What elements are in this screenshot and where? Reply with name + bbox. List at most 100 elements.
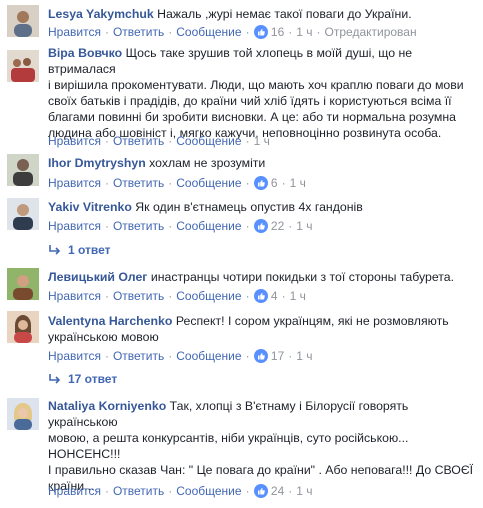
comment-actions: Нравится · Ответить · Сообщение · 4 · 1 ч <box>48 289 306 303</box>
comment: Nataliya Korniyenko Так, хлопці з В'єтна… <box>0 392 483 508</box>
view-replies-link[interactable]: 1 ответ <box>48 242 111 258</box>
comment: Віра Вовчко Щось таке зрушив той хлопець… <box>0 44 483 154</box>
like-button[interactable]: Нравится <box>48 176 101 190</box>
like-button[interactable]: Нравится <box>48 349 101 363</box>
like-count[interactable]: 17 <box>271 349 284 363</box>
comment-actions: Нравится · Ответить · Сообщение · 6 · 1 ч <box>48 176 306 190</box>
comment-actions: Нравится · Ответить · Сообщение · 1 ч <box>48 134 270 148</box>
comment-line: і вирішила прокоментувати. Люди, що мают… <box>48 78 464 92</box>
thumbs-up-icon <box>253 484 268 498</box>
thumbs-up-icon <box>253 176 268 190</box>
comment-text: Левицький Олег инастранцы чотири покидьк… <box>48 269 477 285</box>
reply-button[interactable]: Ответить <box>113 289 164 303</box>
message-button[interactable]: Сообщение <box>176 25 241 39</box>
comment-line: українською мовою <box>48 330 159 344</box>
timestamp[interactable]: 1 ч <box>296 25 312 39</box>
comment-body: Valentyna Harchenko Респект! І сором укр… <box>48 313 477 345</box>
thumbs-up-icon <box>253 219 268 233</box>
comment-body: Yakiv Vitrenko Як один в'єтнамець опусти… <box>48 199 477 215</box>
reply-button[interactable]: Ответить <box>113 176 164 190</box>
timestamp[interactable]: 1 ч <box>254 134 270 148</box>
comment-line: Нажаль ,журі немає такої поваги до Украї… <box>157 7 412 21</box>
comment-text: Ihor Dmytryshyn хохлам не зрозуміти <box>48 155 477 171</box>
edited-label[interactable]: Отредактирован <box>325 25 417 39</box>
like-button[interactable]: Нравится <box>48 484 101 498</box>
comment-actions: Нравится · Ответить · Сообщение · 22 · 1 ч <box>48 219 313 233</box>
comment-author[interactable]: Yakiv Vitrenko <box>48 200 132 214</box>
thumbs-up-icon <box>253 349 268 363</box>
like-count[interactable]: 4 <box>271 289 278 303</box>
message-button[interactable]: Сообщение <box>176 349 241 363</box>
comment-author[interactable]: Ihor Dmytryshyn <box>48 156 146 170</box>
message-button[interactable]: Сообщение <box>176 134 241 148</box>
like-count[interactable]: 22 <box>271 219 284 233</box>
reply-button[interactable]: Ответить <box>113 134 164 148</box>
comment-author[interactable]: Lesya Yakymchuk <box>48 7 154 21</box>
message-button[interactable]: Сообщение <box>176 176 241 190</box>
avatar[interactable] <box>7 50 39 82</box>
avatar[interactable] <box>7 268 39 300</box>
comment-line: инастранцы чотири покидьки з тої стороны… <box>150 270 455 284</box>
thumbs-up-icon <box>253 25 268 39</box>
timestamp[interactable]: 1 ч <box>290 289 306 303</box>
reply-arrow-icon <box>49 374 61 384</box>
message-button[interactable]: Сообщение <box>176 484 241 498</box>
comment-line: благами повинні би зробити висновки. А ц… <box>48 110 456 124</box>
like-button[interactable]: Нравится <box>48 219 101 233</box>
comment-actions: Нравится · Ответить · Сообщение · 16 · 1 ч · Отре… <box>48 25 417 39</box>
comment-author[interactable]: Левицький Олег <box>48 270 147 284</box>
comment-body: Ihor Dmytryshyn хохлам не зрозуміти <box>48 155 477 171</box>
comment-line: своїх батьків і прадідів, до країни чий … <box>48 94 452 108</box>
reply-button[interactable]: Ответить <box>113 349 164 363</box>
comment: Ihor Dmytryshyn хохлам не зрозуміти Нрав… <box>0 150 483 196</box>
avatar[interactable] <box>7 311 39 343</box>
like-button[interactable]: Нравится <box>48 289 101 303</box>
comment-line: НОНСЕНС!!! <box>48 447 121 461</box>
reply-button[interactable]: Ответить <box>113 25 164 39</box>
avatar[interactable] <box>7 5 39 37</box>
timestamp[interactable]: 1 ч <box>296 484 312 498</box>
reply-button[interactable]: Ответить <box>113 219 164 233</box>
comment-text: Valentyna Harchenko Респект! І сором укр… <box>48 313 477 329</box>
message-button[interactable]: Сообщение <box>176 219 241 233</box>
comment-text: Віра Вовчко Щось таке зрушив той хлопець… <box>48 45 477 77</box>
like-count[interactable]: 6 <box>271 176 278 190</box>
timestamp[interactable]: 1 ч <box>290 176 306 190</box>
like-button[interactable]: Нравится <box>48 25 101 39</box>
comment-line: Як один в'єтнамець опустив 4х гандонів <box>135 200 363 214</box>
comment: Valentyna Harchenko Респект! І сором укр… <box>0 308 483 390</box>
view-replies-link[interactable]: 17 ответ <box>48 371 117 387</box>
replies-count[interactable]: 1 ответ <box>68 243 111 257</box>
comment-body: Віра Вовчко Щось таке зрушив той хлопець… <box>48 45 477 141</box>
comment-author[interactable]: Nataliya Korniyenko <box>48 399 166 413</box>
comment-body: Левицький Олег инастранцы чотири покидьк… <box>48 269 477 285</box>
avatar[interactable] <box>7 198 39 230</box>
comment-actions: Нравится · Ответить · Сообщение · 24 · 1 ч <box>48 484 313 498</box>
comment: Lesya Yakymchuk Нажаль ,журі немає такої… <box>0 0 483 44</box>
comment-line: мовою, а решта конкурсантів, ніби україн… <box>48 431 409 445</box>
comment-author[interactable]: Віра Вовчко <box>48 46 122 60</box>
reply-arrow-icon <box>49 245 61 255</box>
like-button[interactable]: Нравится <box>48 134 101 148</box>
comment: Yakiv Vitrenko Як один в'єтнамець опусти… <box>0 196 483 262</box>
comment-feed: Lesya Yakymchuk Нажаль ,журі немає такої… <box>0 0 483 508</box>
timestamp[interactable]: 1 ч <box>296 219 312 233</box>
timestamp[interactable]: 1 ч <box>296 349 312 363</box>
comment-line: хохлам не зрозуміти <box>149 156 266 170</box>
comment-text: Nataliya Korniyenko Так, хлопці з В'єтна… <box>48 398 477 430</box>
replies-count[interactable]: 17 ответ <box>68 372 117 386</box>
like-count[interactable]: 16 <box>271 25 284 39</box>
comment-text: Lesya Yakymchuk Нажаль ,журі немає такої… <box>48 6 477 22</box>
avatar[interactable] <box>7 154 39 186</box>
comment-line: І правильно сказав Чан: " Це повага до к… <box>48 463 474 477</box>
comment-line: Респект! І сором українцям, які не розмо… <box>175 314 449 328</box>
like-count[interactable]: 24 <box>271 484 284 498</box>
comment-author[interactable]: Valentyna Harchenko <box>48 314 172 328</box>
comment-body: Nataliya Korniyenko Так, хлопці з В'єтна… <box>48 398 477 494</box>
reply-button[interactable]: Ответить <box>113 484 164 498</box>
comment: Левицький Олег инастранцы чотири покидьк… <box>0 262 483 308</box>
message-button[interactable]: Сообщение <box>176 289 241 303</box>
thumbs-up-icon <box>253 289 268 303</box>
avatar[interactable] <box>7 398 39 430</box>
comment-actions: Нравится · Ответить · Сообщение · 17 · 1 ч <box>48 349 313 363</box>
